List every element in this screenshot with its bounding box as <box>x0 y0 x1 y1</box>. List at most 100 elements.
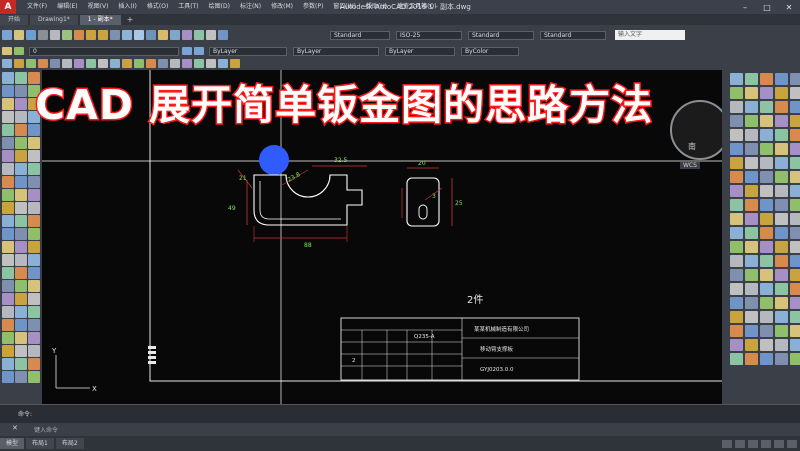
lineweight-select[interactable]: ByLayer <box>385 46 455 56</box>
maximize-icon[interactable]: □ <box>756 0 778 14</box>
polyline-tool-icon[interactable] <box>14 59 24 68</box>
tool-icon[interactable] <box>730 269 743 281</box>
tool-icon[interactable] <box>28 358 40 370</box>
tool-icon[interactable] <box>730 101 743 113</box>
tool-icon[interactable] <box>790 353 800 365</box>
tool-icon[interactable] <box>760 325 773 337</box>
tool-icon[interactable] <box>760 199 773 211</box>
tool-icon[interactable] <box>745 297 758 309</box>
mleader-style-select[interactable]: Standard <box>540 30 606 40</box>
tool-icon[interactable] <box>775 87 788 99</box>
circle-tool-icon[interactable] <box>26 59 36 68</box>
tool-icon[interactable] <box>2 358 14 370</box>
open-icon[interactable] <box>14 30 24 40</box>
tool-icon[interactable] <box>2 202 14 214</box>
new-icon[interactable] <box>2 30 12 40</box>
tool-icon[interactable] <box>2 228 14 240</box>
tool-icon[interactable] <box>790 255 800 267</box>
tool-icon[interactable] <box>2 267 14 279</box>
wcs-badge[interactable]: WCS <box>680 162 700 169</box>
menu-edit[interactable]: 编辑(E) <box>52 0 82 14</box>
tool-icon[interactable] <box>2 371 14 383</box>
tool-icon[interactable] <box>15 280 27 292</box>
tool-icon[interactable] <box>28 202 40 214</box>
zoom-window-icon[interactable] <box>134 30 144 40</box>
tool-icon[interactable] <box>28 267 40 279</box>
tool-icon[interactable] <box>730 129 743 141</box>
tool-icon[interactable] <box>730 73 743 85</box>
tool-icon[interactable] <box>730 227 743 239</box>
tool-icon[interactable] <box>760 269 773 281</box>
copy-tool-icon[interactable] <box>110 59 120 68</box>
tool-icon[interactable] <box>2 241 14 253</box>
tool-icon[interactable] <box>2 137 14 149</box>
cut-icon[interactable] <box>50 30 60 40</box>
tool-icon[interactable] <box>790 199 800 211</box>
tool-icon[interactable] <box>760 283 773 295</box>
menu-view[interactable]: 视图(V) <box>83 0 114 14</box>
properties-icon[interactable] <box>146 30 156 40</box>
tool-icon[interactable] <box>730 87 743 99</box>
tool-icon[interactable] <box>15 72 27 84</box>
tool-icon[interactable] <box>775 339 788 351</box>
tool-icon[interactable] <box>790 157 800 169</box>
tool-icon[interactable] <box>28 371 40 383</box>
tool-icon[interactable] <box>760 129 773 141</box>
tool-icon[interactable] <box>730 353 743 365</box>
tool-icon[interactable] <box>775 241 788 253</box>
tool-icon[interactable] <box>15 267 27 279</box>
tool-icon[interactable] <box>730 171 743 183</box>
calculator-icon[interactable] <box>206 30 216 40</box>
tool-icon[interactable] <box>790 283 800 295</box>
menu-insert[interactable]: 插入(I) <box>113 0 141 14</box>
tool-icon[interactable] <box>28 319 40 331</box>
layer-manager-icon[interactable] <box>2 47 12 55</box>
tool-icon[interactable] <box>745 171 758 183</box>
tool-icon[interactable] <box>745 157 758 169</box>
tool-icon[interactable] <box>790 227 800 239</box>
tool-icon[interactable] <box>2 72 14 84</box>
tool-icon[interactable] <box>15 202 27 214</box>
menu-format[interactable]: 格式(O) <box>142 0 173 14</box>
color-select[interactable]: ByLayer <box>209 46 287 56</box>
move-tool-icon[interactable] <box>98 59 108 68</box>
autocad-logo-icon[interactable]: A <box>0 0 16 14</box>
tool-icon[interactable] <box>2 293 14 305</box>
tool-icon[interactable] <box>775 297 788 309</box>
block-tool-icon[interactable] <box>86 59 96 68</box>
tool-icon[interactable] <box>745 241 758 253</box>
tool-icon[interactable] <box>28 280 40 292</box>
extend-tool-icon[interactable] <box>182 59 192 68</box>
tool-icon[interactable] <box>730 143 743 155</box>
tool-icon[interactable] <box>15 345 27 357</box>
pan-icon[interactable] <box>110 30 120 40</box>
tool-icon[interactable] <box>2 332 14 344</box>
tool-icon[interactable] <box>745 185 758 197</box>
linetype-select[interactable]: ByLayer <box>293 46 379 56</box>
tool-icon[interactable] <box>745 227 758 239</box>
sheetset-icon[interactable] <box>182 30 192 40</box>
tool-icon[interactable] <box>775 311 788 323</box>
mirror-tool-icon[interactable] <box>146 59 156 68</box>
fillet-tool-icon[interactable] <box>194 59 204 68</box>
snap-toggle-icon[interactable] <box>735 439 745 448</box>
copy-icon[interactable] <box>62 30 72 40</box>
tool-icon[interactable] <box>790 325 800 337</box>
tool-icon[interactable] <box>745 199 758 211</box>
tool-icon[interactable] <box>730 283 743 295</box>
tool-icon[interactable] <box>775 255 788 267</box>
tool-icon[interactable] <box>775 325 788 337</box>
tool-icon[interactable] <box>790 129 800 141</box>
tool-icon[interactable] <box>15 306 27 318</box>
offset-tool-icon[interactable] <box>158 59 168 68</box>
tool-palette-icon[interactable] <box>170 30 180 40</box>
tool-icon[interactable] <box>2 150 14 162</box>
paste-icon[interactable] <box>74 30 84 40</box>
tool-icon[interactable] <box>28 150 40 162</box>
tool-icon[interactable] <box>790 269 800 281</box>
tool-icon[interactable] <box>790 101 800 113</box>
tool-icon[interactable] <box>745 255 758 267</box>
tool-icon[interactable] <box>760 171 773 183</box>
tool-icon[interactable] <box>2 319 14 331</box>
close-icon[interactable]: ✕ <box>778 0 800 14</box>
